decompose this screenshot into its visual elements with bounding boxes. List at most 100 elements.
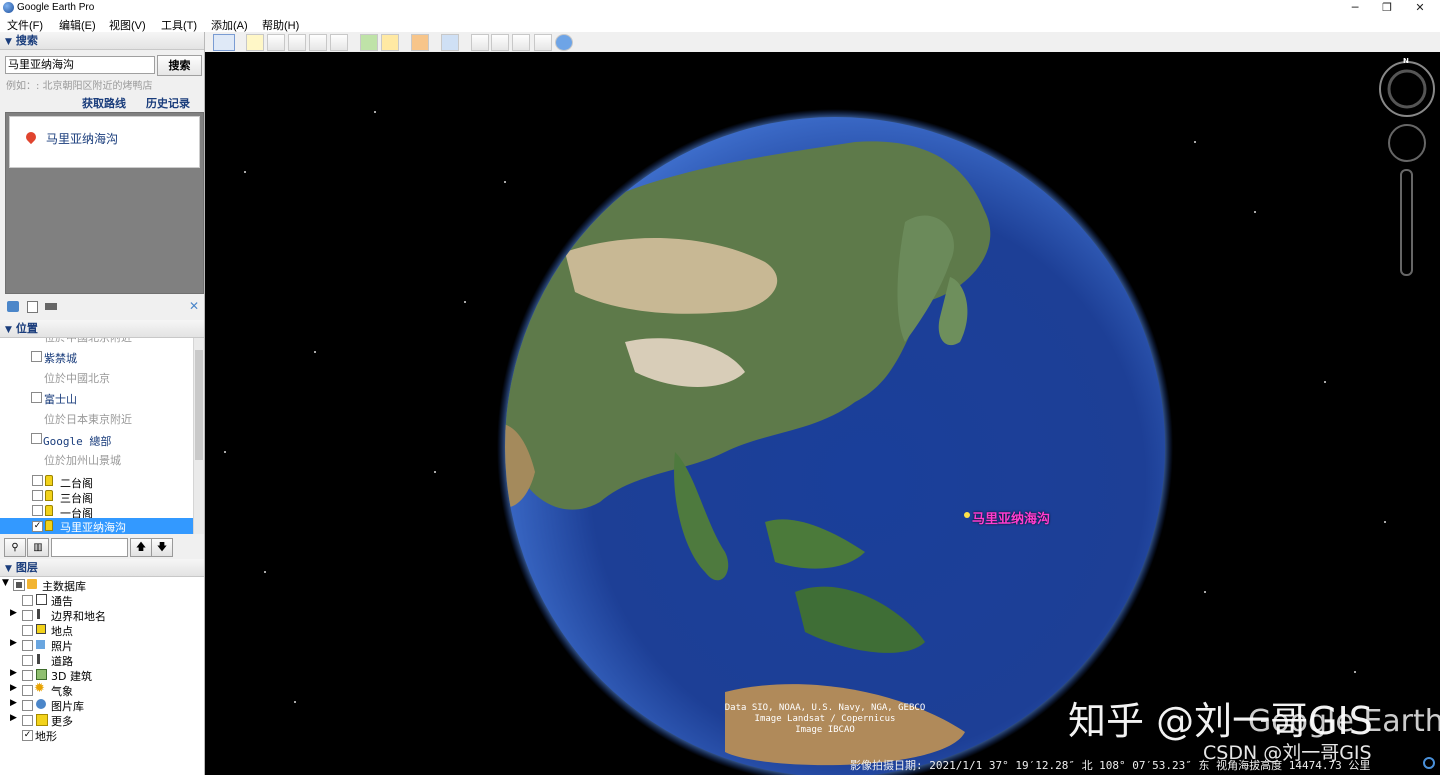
collapse-triangle-icon[interactable]: ▼ (5, 322, 12, 339)
expand-arrow-icon[interactable]: ▶ (10, 668, 17, 678)
layer-checkbox[interactable] (22, 700, 33, 711)
minimize-button[interactable]: ─ (1340, 0, 1370, 16)
road-icon (37, 654, 40, 664)
place-name[interactable]: Google 總部 (43, 433, 111, 449)
selected-place-label[interactable]: 马里亚纳海沟 (60, 519, 126, 535)
add-placemark-icon[interactable] (246, 34, 264, 51)
switch-planet-icon[interactable] (411, 34, 429, 51)
place-checkbox[interactable] (31, 351, 42, 362)
search-input[interactable]: 马里亚纳海沟 (5, 56, 155, 74)
menu-help[interactable]: 帮助(H) (262, 17, 299, 33)
menu-edit[interactable]: 编辑(E) (59, 17, 96, 33)
ruler-icon[interactable] (441, 34, 459, 51)
place-checkbox[interactable] (31, 392, 42, 403)
clear-results-icon[interactable]: ✕ (188, 300, 200, 312)
checked-checkbox[interactable]: ✓ (32, 521, 43, 532)
expand-icon[interactable]: ▼ (2, 578, 9, 588)
layer-label[interactable]: 边界和地名 (51, 608, 106, 624)
places-scrollbar[interactable] (193, 338, 204, 534)
save-image-icon[interactable] (512, 34, 530, 51)
layer-checkbox[interactable] (22, 685, 33, 696)
pin-checkbox[interactable] (32, 475, 43, 486)
layer-label[interactable]: 3D 建筑 (51, 668, 92, 684)
menu-add[interactable]: 添加(A) (211, 17, 248, 33)
layer-checkbox[interactable] (22, 670, 33, 681)
pin-label[interactable]: 二台阁 (60, 475, 93, 491)
partial-checkbox[interactable] (13, 579, 25, 591)
layer-checkbox[interactable] (22, 625, 33, 636)
toggle-panel-button[interactable]: ▥ (27, 538, 49, 557)
layer-label[interactable]: 照片 (51, 638, 73, 654)
layer-label[interactable]: 地形 (35, 728, 57, 744)
search-places-button[interactable]: ⚲ (4, 538, 26, 557)
navigation-controls[interactable] (1379, 61, 1435, 276)
pin-label[interactable]: 三台阁 (60, 490, 93, 506)
layers-tree: ▼ 主数据库 通告 ▶ 边界和地名 地点 ▶ 照片 道路 ▶ 3D 建筑 ▶ ✹… (0, 577, 204, 775)
search-result-item[interactable]: 马里亚纳海沟 (9, 116, 200, 168)
email-icon[interactable] (471, 34, 489, 51)
layer-label[interactable]: 道路 (51, 653, 73, 669)
menu-file[interactable]: 文件(F) (7, 17, 43, 33)
historical-imagery-icon[interactable] (360, 34, 378, 51)
expand-arrow-icon[interactable]: ▶ (10, 713, 17, 723)
place-checkbox[interactable] (31, 433, 42, 444)
terrain-checkbox[interactable]: ✓ (22, 730, 33, 741)
history-link[interactable]: 历史记录 (146, 95, 190, 111)
expand-arrow-icon[interactable]: ▶ (10, 638, 17, 648)
add-image-overlay-icon[interactable] (309, 34, 327, 51)
pin-checkbox[interactable] (32, 490, 43, 501)
layer-label[interactable]: 通告 (51, 593, 73, 609)
layer-checkbox[interactable] (22, 715, 33, 726)
search-result-label[interactable]: 马里亚纳海沟 (46, 130, 118, 147)
expand-arrow-icon[interactable]: ▶ (10, 698, 17, 708)
globe-canvas[interactable] (205, 52, 1440, 775)
print-icon[interactable] (45, 303, 57, 310)
map-place-label[interactable]: 马里亚纳海沟 (972, 508, 1050, 527)
layer-label[interactable]: 更多 (51, 713, 73, 729)
scroll-thumb[interactable] (195, 350, 203, 460)
expand-arrow-icon[interactable]: ▶ (10, 683, 17, 693)
view-in-maps-icon[interactable] (555, 34, 573, 51)
layer-label[interactable]: 图片库 (51, 698, 84, 714)
search-button[interactable]: 搜索 (157, 55, 202, 76)
collapse-triangle-icon[interactable]: ▼ (5, 34, 12, 51)
place-desc: 位於中國北京 (44, 372, 110, 385)
add-polygon-icon[interactable] (267, 34, 285, 51)
layer-checkbox[interactable] (22, 595, 33, 606)
expand-arrow-icon[interactable]: ▶ (10, 608, 17, 618)
layer-label[interactable]: 气象 (51, 683, 73, 699)
map-3d-view[interactable]: N 马里亚纳海沟 Data SIO, NOAA, U.S. Navy, NGA,… (205, 52, 1440, 775)
layer-checkbox[interactable] (22, 655, 33, 666)
print-map-icon[interactable] (491, 34, 509, 51)
search-section-header[interactable]: ▼ 搜索 (0, 32, 204, 50)
selected-place-row[interactable]: ✓ 马里亚纳海沟 (0, 518, 193, 534)
save-movie-icon[interactable] (534, 34, 552, 51)
places-section-header[interactable]: ▼ 位置 (0, 320, 204, 338)
move-up-button[interactable]: 🡅 (130, 538, 152, 557)
pin-checkbox[interactable] (32, 505, 43, 516)
placemark-pin-icon[interactable] (964, 512, 970, 518)
close-button[interactable]: ✕ (1405, 0, 1435, 16)
layer-label[interactable]: 地点 (51, 623, 73, 639)
places-filter-input[interactable] (51, 538, 128, 557)
layer-root-label[interactable]: 主数据库 (42, 578, 86, 594)
collapse-triangle-icon[interactable]: ▼ (5, 561, 12, 578)
get-directions-link[interactable]: 获取路线 (82, 95, 126, 111)
move-down-button[interactable]: 🡇 (151, 538, 173, 557)
menu-view[interactable]: 视图(V) (109, 17, 146, 33)
layers-section-header[interactable]: ▼ 图层 (0, 559, 204, 577)
compass-north-label[interactable]: N (1403, 57, 1409, 65)
place-name[interactable]: 富士山 (44, 391, 77, 407)
place-desc: 位於加州山景城 (44, 454, 121, 467)
copy-icon[interactable] (27, 301, 38, 313)
layer-checkbox[interactable] (22, 640, 33, 651)
sidebar-toggle-icon[interactable] (213, 34, 235, 51)
place-name[interactable]: 紫禁城 (44, 350, 77, 366)
maximize-button[interactable]: ❐ (1372, 0, 1402, 16)
layer-checkbox[interactable] (22, 610, 33, 621)
sunlight-icon[interactable] (381, 34, 399, 51)
record-tour-icon[interactable] (330, 34, 348, 51)
menu-tools[interactable]: 工具(T) (161, 17, 197, 33)
add-folder-icon[interactable] (7, 301, 19, 312)
add-path-icon[interactable] (288, 34, 306, 51)
